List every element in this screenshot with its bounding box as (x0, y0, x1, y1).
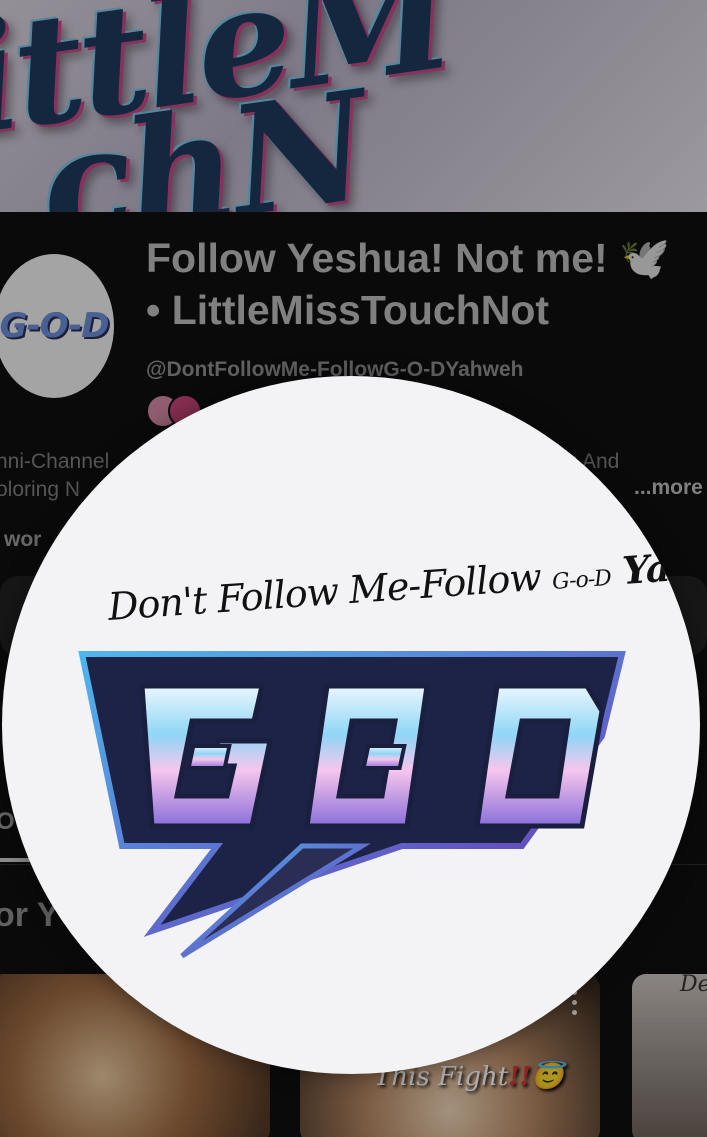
avatar-popup: Don't Follow Me-Follow G-o-D Yahweh (2, 376, 700, 1074)
god-logo-icon (78, 651, 626, 959)
